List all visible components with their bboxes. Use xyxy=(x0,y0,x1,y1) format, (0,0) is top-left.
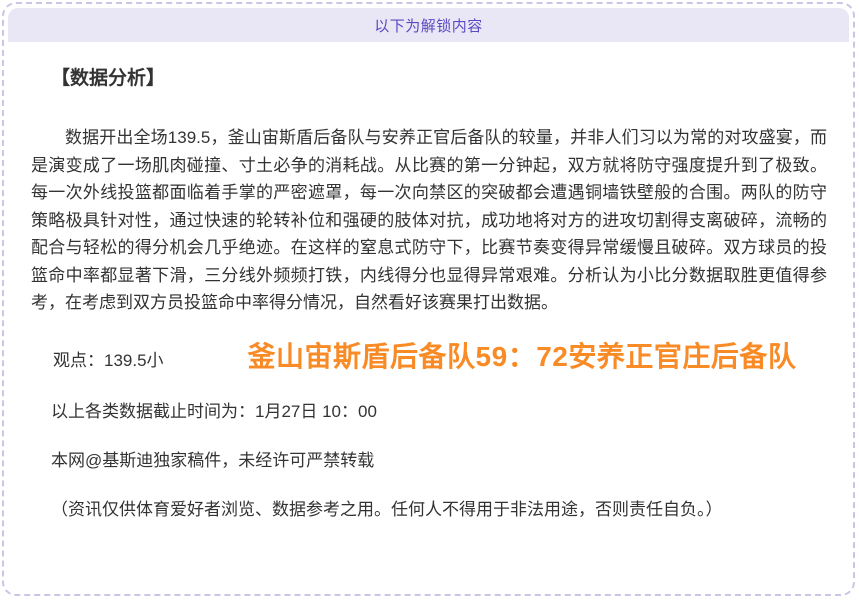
copyright-line: 本网@基斯迪独家稿件，未经许可严禁转载 xyxy=(51,447,827,474)
page: 以下为解锁内容 【数据分析】 数据开出全场139.5，釜山宙斯盾后备队与安养正官… xyxy=(0,0,859,600)
disclaimer-line: （资讯仅供体育爱好者浏览、数据参考之用。任何人不得用于非法用途，否则责任自负。） xyxy=(51,496,827,523)
unlock-banner-label: 以下为解锁内容 xyxy=(374,15,483,36)
viewpoint-label: 观点：139.5小 xyxy=(53,347,164,374)
score-highlight: 釜山宙斯盾后备队59：72安养正官庄后备队 xyxy=(248,338,797,376)
deadline-line: 以上各类数据截止时间为：1月27日 10：00 xyxy=(51,398,827,425)
unlock-banner: 以下为解锁内容 xyxy=(8,8,849,42)
article-content: 【数据分析】 数据开出全场139.5，釜山宙斯盾后备队与安养正官后备队的较量，并… xyxy=(4,42,853,523)
viewpoint-row: 观点：139.5小 釜山宙斯盾后备队59：72安养正官庄后备队 xyxy=(53,338,827,376)
unlock-content-panel: 以下为解锁内容 【数据分析】 数据开出全场139.5，釜山宙斯盾后备队与安养正官… xyxy=(2,2,855,596)
analysis-paragraph: 数据开出全场139.5，釜山宙斯盾后备队与安养正官后备队的较量，并非人们习以为常… xyxy=(31,124,827,317)
section-heading: 【数据分析】 xyxy=(51,68,827,90)
